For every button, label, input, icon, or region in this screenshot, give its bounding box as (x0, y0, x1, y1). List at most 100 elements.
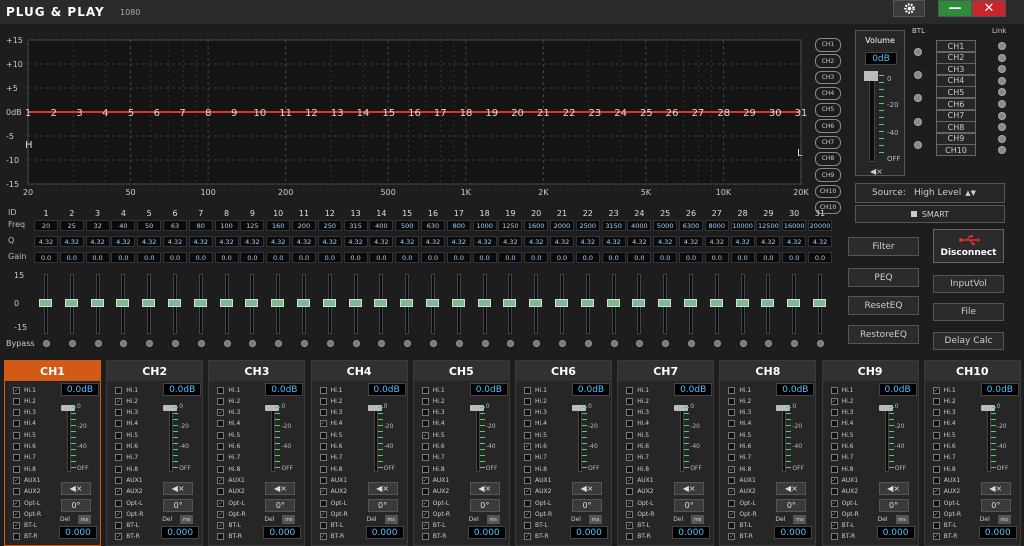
link-toggle[interactable] (998, 134, 1006, 143)
route-checkbox[interactable] (13, 488, 20, 496)
channel-mute-button[interactable]: ◀× (776, 482, 807, 495)
routing-channel-10[interactable]: CH10 (936, 144, 976, 157)
route-checkbox[interactable] (115, 409, 123, 417)
channel-mute-button[interactable]: ◀× (163, 482, 194, 495)
route-checkbox[interactable] (421, 533, 429, 541)
route-checkbox[interactable] (830, 386, 838, 394)
input-route-row[interactable]: Hi.1 (830, 385, 854, 395)
channel-level-knob[interactable] (61, 405, 75, 411)
channel-mute-button[interactable]: ◀× (674, 482, 705, 495)
close-button[interactable]: ✕ (972, 0, 1006, 17)
bypass-toggle[interactable] (584, 340, 592, 347)
input-route-row[interactable]: Opt-L (115, 498, 143, 508)
channel-level-slider[interactable] (67, 406, 71, 472)
btl-toggle[interactable] (914, 117, 922, 126)
input-route-row[interactable]: Hi.8 (421, 464, 445, 474)
bypass-toggle[interactable] (610, 340, 618, 347)
gain-cell[interactable]: 0.0 (266, 252, 291, 263)
input-route-row[interactable]: Opt-L (319, 498, 347, 508)
input-route-row[interactable]: Hi.5 (217, 430, 240, 440)
gain-cell[interactable]: 0.0 (756, 252, 781, 263)
route-checkbox[interactable]: ✓ (217, 476, 225, 484)
bypass-toggle[interactable] (533, 340, 541, 347)
channel-tag-8[interactable]: CH8 (815, 152, 841, 166)
delay-unit-button[interactable]: ms (180, 515, 194, 524)
freq-cell[interactable]: 630 (421, 220, 445, 231)
input-route-row[interactable]: ✓ Opt-R (13, 509, 41, 519)
route-checkbox[interactable]: ✓ (421, 431, 429, 439)
bypass-toggle[interactable] (43, 340, 50, 347)
input-route-row[interactable]: ✓ Opt-R (830, 509, 859, 519)
bypass-toggle[interactable] (94, 340, 102, 347)
q-cell[interactable]: 4.32 (188, 236, 213, 247)
input-route-row[interactable]: ✓ Opt-L (626, 498, 654, 508)
route-checkbox[interactable] (728, 499, 736, 507)
bypass-toggle[interactable] (301, 340, 308, 347)
band-slider-knob[interactable] (787, 299, 801, 307)
band-slider-knob[interactable] (90, 299, 104, 307)
channel-tag-4[interactable]: CH4 (815, 86, 841, 101)
route-checkbox[interactable]: ✓ (830, 397, 838, 405)
delay-calc-button[interactable]: Delay Calc (933, 332, 1004, 350)
q-cell[interactable]: 4.32 (369, 236, 394, 247)
route-checkbox[interactable] (524, 499, 531, 507)
route-checkbox[interactable] (319, 499, 327, 507)
input-route-row[interactable]: AUX2 (830, 487, 858, 497)
input-route-row[interactable]: Hi.7 (524, 453, 547, 463)
bypass-toggle[interactable] (378, 340, 386, 347)
input-route-row[interactable]: Hi.5 (830, 430, 854, 440)
route-checkbox[interactable] (217, 397, 225, 405)
input-route-row[interactable]: AUX1 (932, 475, 960, 485)
channel-phase-button[interactable]: 0° (469, 499, 500, 512)
channel-delay-value[interactable]: 0.000 (978, 526, 1017, 539)
bypass-toggle[interactable] (223, 340, 231, 347)
route-checkbox[interactable] (115, 522, 123, 530)
route-checkbox[interactable] (217, 488, 225, 496)
route-checkbox[interactable] (932, 420, 940, 428)
input-route-row[interactable]: ✓ Hi.2 (830, 396, 854, 406)
gain-cell[interactable]: 0.0 (498, 252, 523, 263)
input-route-row[interactable]: ✓ BT-R (932, 532, 957, 542)
bypass-toggle[interactable] (430, 340, 437, 347)
route-checkbox[interactable] (830, 533, 838, 541)
route-checkbox[interactable]: ✓ (932, 386, 940, 394)
input-route-row[interactable]: ✓ AUX1 (13, 475, 40, 485)
link-toggle[interactable] (998, 53, 1006, 62)
route-checkbox[interactable] (728, 386, 736, 394)
channel-phase-button[interactable]: 0° (878, 499, 909, 512)
input-route-row[interactable]: Hi.6 (319, 442, 343, 452)
delay-unit-button[interactable]: ms (895, 515, 909, 524)
route-checkbox[interactable] (932, 499, 940, 507)
route-checkbox[interactable] (13, 443, 20, 450)
input-route-row[interactable]: ✓ BT-L (626, 521, 650, 531)
channel-delay-value[interactable]: 0.000 (672, 526, 711, 539)
route-checkbox[interactable] (524, 386, 531, 394)
input-route-row[interactable]: Opt-L (524, 498, 551, 508)
channel-strip-title[interactable]: CH4 (311, 361, 407, 381)
route-checkbox[interactable] (115, 476, 123, 484)
route-checkbox[interactable] (319, 409, 327, 417)
input-route-row[interactable]: ✓ BT-L (421, 521, 446, 531)
input-route-row[interactable]: ✓ BT-R (524, 532, 549, 542)
link-toggle[interactable] (998, 123, 1006, 132)
q-cell[interactable]: 4.32 (446, 236, 471, 247)
channel-strip-title[interactable]: CH3 (209, 361, 305, 381)
channel-level-knob[interactable] (776, 405, 791, 411)
band-slider-knob[interactable] (580, 299, 594, 307)
route-checkbox[interactable]: ✓ (932, 533, 940, 541)
input-route-row[interactable]: Hi.3 (115, 408, 138, 418)
q-cell[interactable]: 4.32 (472, 236, 497, 247)
input-route-row[interactable]: Hi.7 (728, 453, 751, 463)
channel-level-slider[interactable] (782, 406, 787, 472)
input-route-row[interactable]: Hi.8 (319, 464, 343, 474)
input-route-row[interactable]: BT-R (421, 532, 446, 542)
channel-phase-button[interactable]: 0° (163, 499, 194, 512)
channel-level-slider[interactable] (169, 406, 174, 472)
input-route-row[interactable]: Hi.7 (115, 453, 138, 463)
freq-cell[interactable]: 16000 (782, 220, 807, 231)
channel-delay-value[interactable]: 0.000 (263, 526, 302, 539)
band-slider-knob[interactable] (348, 299, 362, 307)
channel-phase-button[interactable]: 0° (572, 499, 602, 512)
route-checkbox[interactable] (932, 522, 940, 530)
freq-cell[interactable]: 40 (111, 220, 136, 231)
